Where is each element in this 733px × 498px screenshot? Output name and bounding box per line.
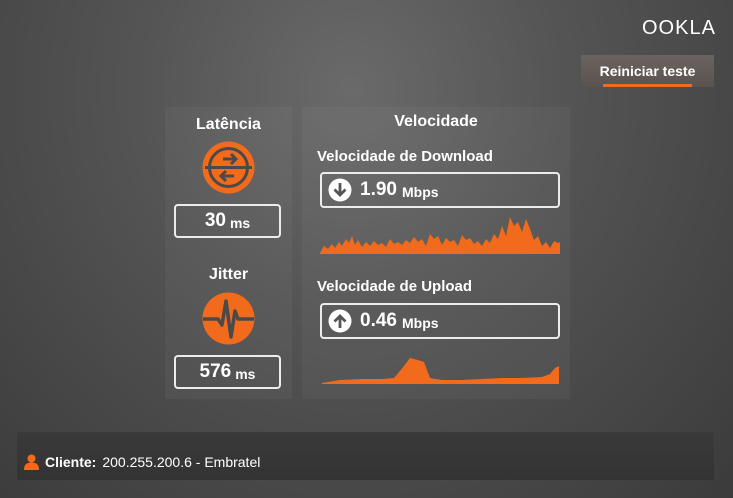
upload-sparkline [322, 358, 559, 384]
latency-title: Latência [196, 116, 261, 133]
jitter-unit: ms [235, 366, 256, 382]
download-sparkline [320, 217, 560, 254]
jitter-title: Jitter [208, 266, 249, 283]
arrow-down-icon [328, 178, 352, 202]
latency-unit: ms [229, 215, 251, 231]
upload-value: 0.46 [360, 310, 397, 331]
upload-value-box: 0.46 Mbps [320, 303, 560, 339]
latency-value-box: 30 ms [174, 204, 281, 238]
upload-title: Velocidade de Upload [317, 278, 473, 295]
jitter-value-box: 576 ms [174, 355, 281, 389]
upload-unit: Mbps [401, 315, 439, 331]
pulse-icon [202, 292, 255, 345]
client-info: Cliente: 200.255.200.6 - Embratel [24, 454, 260, 470]
latency-value: 30 [204, 210, 226, 231]
speed-title: Velocidade [394, 113, 478, 130]
ookla-logo: OOKLA [642, 17, 716, 39]
download-value-box: 1.90 Mbps [320, 172, 560, 208]
download-value: 1.90 [360, 179, 397, 200]
restart-test-label: Reiniciar teste [599, 63, 696, 79]
client-label: Cliente: [45, 454, 97, 470]
user-icon [24, 454, 39, 470]
client-value: 200.255.200.6 - Embratel [102, 454, 261, 470]
arrow-up-icon [328, 309, 352, 333]
arrows-swap-icon [202, 141, 255, 194]
restart-test-button[interactable]: Reiniciar teste [581, 55, 714, 87]
jitter-value: 576 [199, 361, 232, 382]
speedtest-stage: OOKLA Reiniciar teste Latência 30 ms Jit… [0, 0, 733, 498]
download-unit: Mbps [401, 184, 439, 200]
download-title: Velocidade de Download [317, 148, 493, 165]
restart-underline [603, 84, 692, 87]
